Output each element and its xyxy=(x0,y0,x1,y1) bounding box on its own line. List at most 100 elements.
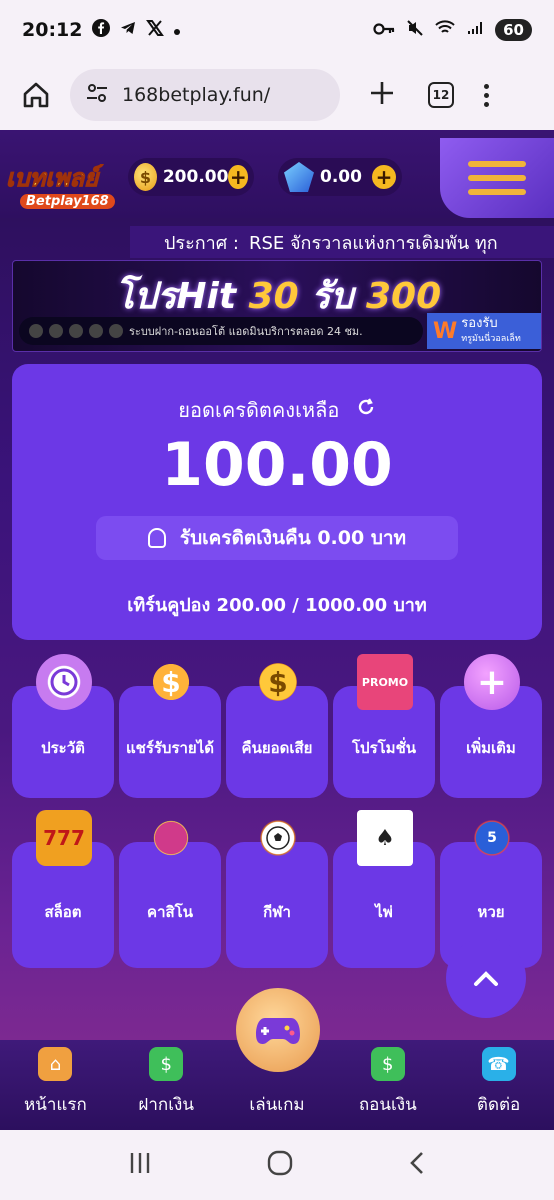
menu-promotion[interactable]: PROMO โปรโมชั่น xyxy=(333,654,435,798)
site-settings-icon[interactable] xyxy=(86,83,108,108)
bank-logo-icon xyxy=(49,324,63,338)
tab-switcher-button[interactable]: 12 xyxy=(428,82,454,108)
back-button[interactable] xyxy=(407,1150,427,1180)
play-game-button[interactable] xyxy=(236,988,320,1072)
hamburger-line-icon xyxy=(468,175,526,181)
home-icon xyxy=(23,82,49,108)
nav-withdraw[interactable]: $ ถอนเงิน xyxy=(332,1040,443,1130)
menu-label: โปรโมชั่น xyxy=(351,739,416,757)
recent-apps-button[interactable] xyxy=(127,1151,153,1179)
plus-icon xyxy=(371,82,393,104)
url-bar[interactable]: 168betplay.fun/ xyxy=(70,69,340,121)
gem-icon xyxy=(284,162,314,192)
add-coin-button[interactable]: + xyxy=(228,165,248,189)
house-icon: ⌂ xyxy=(38,1047,73,1081)
browser-menu-button[interactable] xyxy=(484,83,489,107)
credit-title-text: ยอดเครดิตคงเหลือ xyxy=(178,398,340,422)
lock-icon xyxy=(147,528,166,548)
coin-balance: $ 200.00 + xyxy=(128,158,254,196)
home-button[interactable] xyxy=(14,73,58,117)
nav-deposit[interactable]: $ ฝากเงิน xyxy=(111,1040,222,1130)
tab-count: 12 xyxy=(432,88,450,102)
site-logo[interactable]: เบทเพลย์ Betplay168 xyxy=(6,163,122,212)
game-label: กีฬา xyxy=(263,903,291,921)
credit-amount: 100.00 xyxy=(161,430,393,500)
menu-label: แชร์รับรายได้ xyxy=(125,739,215,757)
menu-label: คืนยอดเสีย xyxy=(241,739,313,757)
add-gem-button[interactable]: + xyxy=(372,165,396,189)
clock-icon xyxy=(36,654,92,710)
slot-icon: 777 xyxy=(36,810,92,866)
cards-icon: ♠ xyxy=(357,810,413,866)
support-subtitle: ทรูมันนี่วอลเล็ท xyxy=(461,334,521,344)
gamepad-icon xyxy=(256,1018,300,1044)
support-title: รองรับ xyxy=(461,316,498,331)
casino-icon xyxy=(143,810,199,866)
credit-title: ยอดเครดิตคงเหลือ xyxy=(12,394,542,426)
hamburger-line-icon xyxy=(468,161,526,167)
banner-title-b: 30 xyxy=(248,276,299,317)
turnover-text: เทิร์นคูปอง 200.00 / 1000.00 บาท xyxy=(127,595,427,616)
menu-row-1: ประวัติ $ แชร์รับรายได้ $ คืนยอดเสีย PRO… xyxy=(12,654,542,798)
key-icon xyxy=(373,21,395,40)
nav-label: หน้าแรก xyxy=(24,1095,87,1115)
game-casino[interactable]: คาสิโน xyxy=(119,810,221,968)
status-bar: 20:12 60 xyxy=(0,0,554,60)
menu-cashback[interactable]: $ คืนยอดเสีย xyxy=(226,654,328,798)
bank-logo-icon xyxy=(89,324,103,338)
cashback-icon: $ xyxy=(250,654,306,710)
nav-label: ฝากเงิน xyxy=(138,1095,194,1115)
notification-dot-icon xyxy=(173,21,181,40)
truemoney-logo-icon: W xyxy=(433,318,458,344)
cashback-text: รับเครดิตเงินคืน 0.00 บาท xyxy=(179,527,407,549)
lottery-icon: 5 xyxy=(464,810,520,866)
logo-subtext: Betplay168 xyxy=(20,194,115,209)
menu-label: ประวัติ xyxy=(41,739,85,757)
site-menu-button[interactable] xyxy=(440,138,554,218)
status-time: 20:12 xyxy=(22,19,83,41)
coin-icon: $ xyxy=(134,163,157,191)
withdraw-icon: $ xyxy=(370,1047,405,1081)
cashback-button[interactable]: รับเครดิตเงินคืน 0.00 บาท xyxy=(96,516,458,560)
nav-home[interactable]: ⌂ หน้าแรก xyxy=(0,1040,111,1130)
nav-contact[interactable]: ☎ ติดต่อ xyxy=(443,1040,554,1130)
menu-share-income[interactable]: $ แชร์รับรายได้ xyxy=(119,654,221,798)
recent-apps-icon xyxy=(130,1153,149,1173)
facebook-icon xyxy=(92,19,111,41)
nav-label: เล่นเกม xyxy=(249,1095,305,1115)
web-page: เบทเพลย์ Betplay168 $ 200.00 + 0.00 + ปร… xyxy=(0,130,554,1130)
new-tab-button[interactable] xyxy=(362,75,402,115)
game-cards[interactable]: ♠ ไพ่ xyxy=(333,810,435,968)
game-slot[interactable]: 777 สล็อต xyxy=(12,810,114,968)
back-arrow-icon xyxy=(410,1152,424,1174)
bank-logo-icon xyxy=(109,324,123,338)
nav-label: ติดต่อ xyxy=(476,1095,521,1115)
home-circle-icon xyxy=(267,1150,293,1176)
game-sports[interactable]: กีฬา xyxy=(226,810,328,968)
hamburger-line-icon xyxy=(468,189,526,195)
menu-history[interactable]: ประวัติ xyxy=(12,654,114,798)
scroll-to-top-button[interactable] xyxy=(446,938,526,1018)
game-label: คาสิโน xyxy=(147,903,193,921)
sports-icon xyxy=(250,810,306,866)
home-nav-button[interactable] xyxy=(266,1149,294,1181)
announcement-text: RSE จักรวาลแห่งการเดิมพัน ทุก xyxy=(248,232,498,254)
logo-text: เบทเพลย์ xyxy=(6,163,99,192)
menu-label: เพิ่มเติม xyxy=(466,739,516,757)
chevron-up-icon xyxy=(474,971,498,986)
announcement-marquee: ประกาศ : RSE จักรวาลแห่งการเดิมพัน ทุก xyxy=(130,226,554,258)
deposit-icon: $ xyxy=(149,1047,184,1081)
menu-more[interactable]: + เพิ่มเติม xyxy=(440,654,542,798)
contact-icon: ☎ xyxy=(481,1047,516,1081)
x-icon xyxy=(146,19,165,41)
system-navigation-bar xyxy=(0,1130,554,1200)
telegram-icon xyxy=(119,19,137,41)
credit-card: ยอดเครดิตคงเหลือ 100.00 รับเครดิตเงินคืน… xyxy=(12,364,542,640)
banner-title-c: รับ xyxy=(311,276,354,317)
more-dot-icon xyxy=(484,92,489,98)
banner-strip-text: ระบบฝาก-ถอนออโต้ แอดมินบริการตลอด 24 ชม. xyxy=(129,325,363,338)
url-text: 168betplay.fun/ xyxy=(122,84,271,106)
promo-banner[interactable]: โปรHit 30 รับ 300 ระบบฝาก-ถอนออโต้ แอดมิ… xyxy=(12,260,542,352)
nav-label: ถอนเงิน xyxy=(358,1095,417,1115)
refresh-icon[interactable] xyxy=(356,397,376,422)
